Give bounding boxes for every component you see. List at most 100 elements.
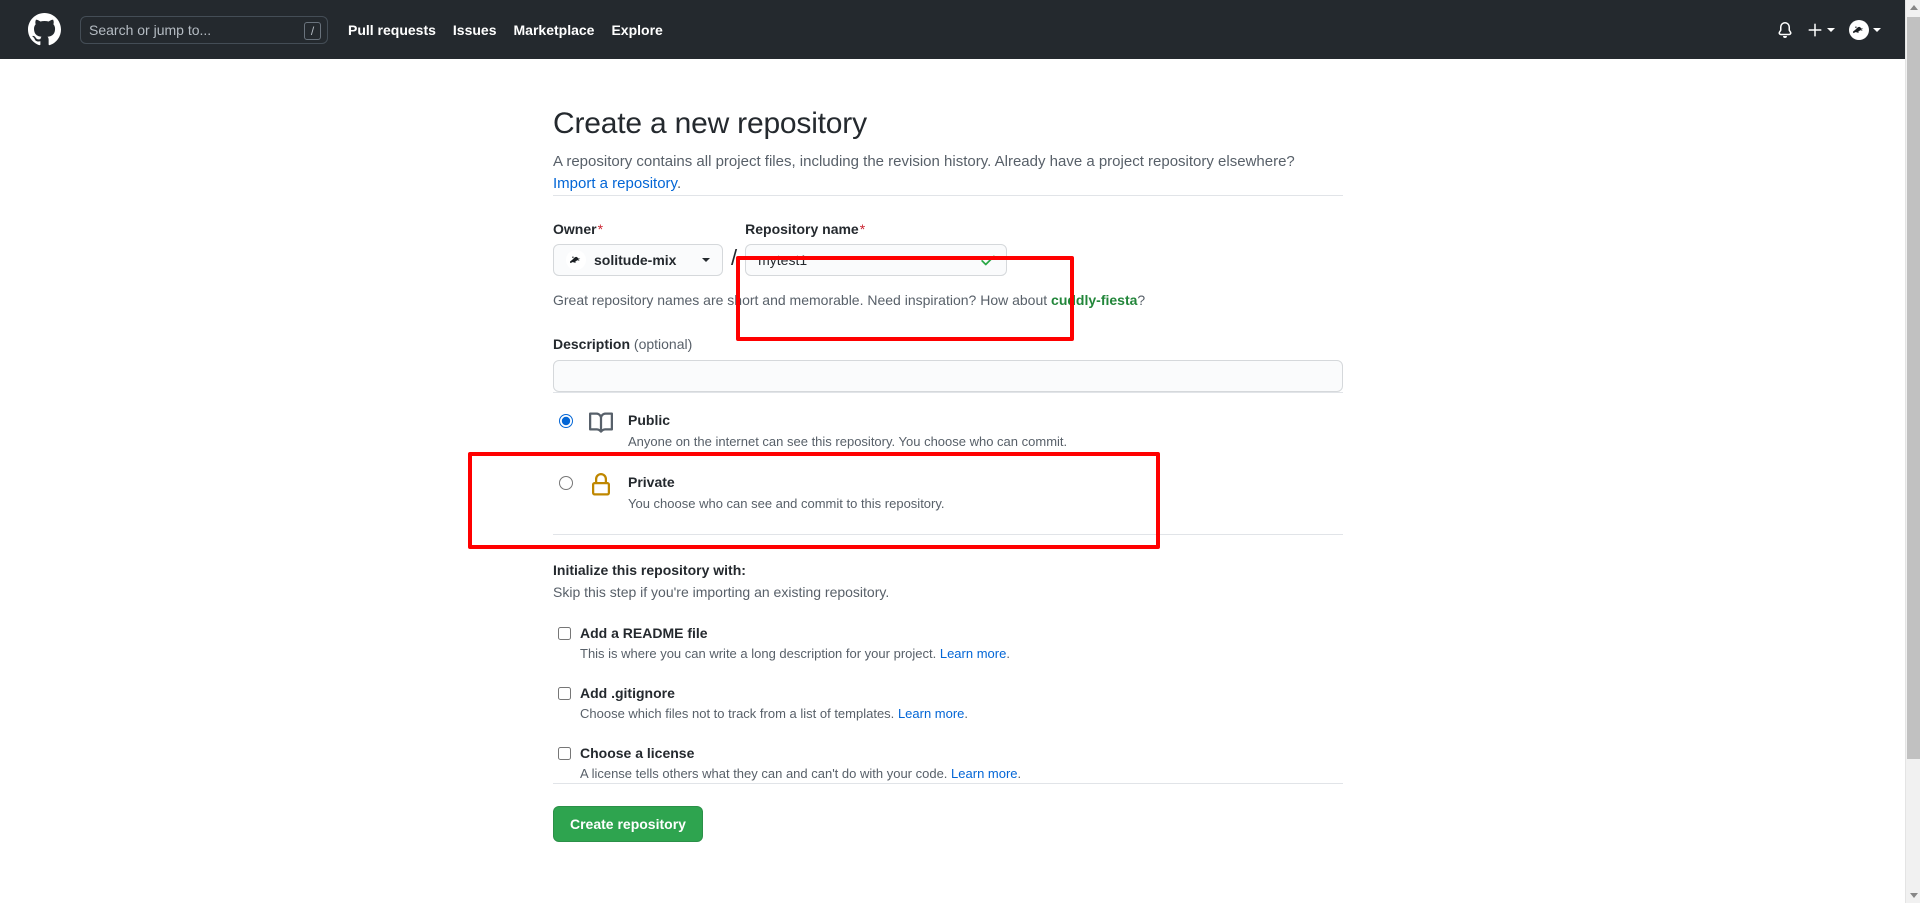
add-readme-description-text: This is where you can write a long descr… [580, 646, 937, 661]
nav-item-issues[interactable]: Issues [453, 22, 497, 38]
search-placeholder: Search or jump to... [89, 21, 212, 38]
readme-learn-more-link[interactable]: Learn more [940, 646, 1006, 661]
triangle-down-icon[interactable] [1906, 888, 1920, 903]
add-gitignore-checkbox[interactable] [558, 686, 571, 700]
owner-and-name-row: Owner* solitude-mix / Repository name* [553, 221, 1343, 276]
gitignore-learn-more-link[interactable]: Learn more [898, 706, 964, 721]
avatar-icon [1849, 19, 1869, 40]
page-title: Create a new repository [553, 107, 867, 140]
visibility-option-private[interactable]: Private You choose who can see and commi… [553, 472, 1343, 514]
initialize-section: Initialize this repository with: Skip th… [553, 560, 1343, 783]
visibility-option-public[interactable]: Public Anyone on the internet can see th… [553, 410, 1343, 452]
page-subtitle-text: A repository contains all project files,… [553, 153, 1295, 170]
add-readme-checkbox[interactable] [558, 626, 571, 640]
lock-icon [588, 472, 614, 498]
visibility-options: Public Anyone on the internet can see th… [553, 410, 1343, 514]
header-actions [1777, 19, 1889, 40]
public-label: Public [628, 412, 671, 428]
owner-name: solitude-mix [594, 252, 677, 268]
create-repository-button[interactable]: Create repository [553, 806, 703, 842]
nav-item-pull-requests[interactable]: Pull requests [348, 22, 436, 38]
owner-select-button[interactable]: solitude-mix [553, 244, 723, 276]
choose-license-description: A license tells others what they can and… [580, 765, 1343, 783]
repository-name-field: Repository name* [745, 221, 1008, 276]
choose-license-checkbox[interactable] [558, 746, 571, 760]
repository-name-hint: Great repository names are short and mem… [553, 290, 1343, 310]
repository-name-input[interactable] [745, 244, 1008, 276]
init-option-license: Choose a license A license tells others … [553, 745, 1343, 783]
search-shortcut-key: / [304, 21, 321, 40]
license-learn-more-suffix: . [1017, 766, 1022, 781]
public-description: Anyone on the internet can see this repo… [628, 434, 1068, 449]
triangle-up-icon[interactable] [1906, 0, 1920, 15]
chevron-down-icon [1827, 27, 1835, 32]
suggested-name[interactable]: cuddly-fiesta [1051, 292, 1137, 308]
repository-name-label: Repository name* [745, 221, 1007, 237]
owner-required-mark: * [597, 221, 604, 237]
page-body: Create a new repository A repository con… [0, 59, 1905, 903]
chevron-down-icon [702, 258, 710, 262]
header-nav: Pull requests Issues Marketplace Explore [348, 22, 663, 38]
avatar[interactable] [1849, 19, 1881, 40]
hint-prefix: Great repository names are short and mem… [553, 292, 1052, 308]
repository-name-input-wrapper [745, 244, 1008, 276]
check-icon [979, 251, 997, 269]
description-optional-text: (optional) [633, 336, 693, 352]
owner-avatar-icon [566, 250, 586, 270]
add-gitignore-description: Choose which files not to track from a l… [580, 705, 1343, 723]
private-description: You choose who can see and commit to thi… [628, 496, 945, 511]
owner-name-separator: / [731, 245, 738, 270]
repo-book-icon [588, 410, 614, 436]
repository-name-required-mark: * [859, 221, 866, 237]
repository-name-label-text: Repository name [745, 221, 859, 237]
search-input[interactable]: Search or jump to... / [80, 15, 328, 44]
add-readme-label: Add a README file [580, 625, 708, 641]
global-header: Search or jump to... / Pull requests Iss… [0, 0, 1905, 59]
divider-3 [553, 534, 1343, 535]
private-text-group: Private You choose who can see and commi… [628, 472, 945, 514]
readme-learn-more-suffix: . [1006, 646, 1010, 661]
add-gitignore-label: Add .gitignore [580, 685, 675, 701]
submit-row: Create repository [553, 806, 1343, 842]
import-link-suffix: . [676, 175, 682, 192]
public-text-group: Public Anyone on the internet can see th… [628, 410, 1067, 452]
license-learn-more-link[interactable]: Learn more [951, 766, 1017, 781]
init-option-license-header[interactable]: Choose a license [553, 745, 1343, 761]
new-repository-form: Create a new repository A repository con… [553, 59, 1343, 842]
bell-icon[interactable] [1777, 21, 1793, 38]
chevron-down-icon [1873, 27, 1881, 32]
owner-label-text: Owner [553, 221, 597, 237]
owner-label: Owner* [553, 221, 723, 237]
private-label: Private [628, 474, 675, 490]
hint-suffix: ? [1137, 292, 1146, 308]
choose-license-description-text: A license tells others what they can and… [580, 766, 948, 781]
public-radio[interactable] [559, 414, 573, 428]
initialize-subtitle: Skip this step if you're importing an ex… [553, 584, 890, 600]
nav-item-marketplace[interactable]: Marketplace [514, 22, 595, 38]
init-option-readme: Add a README file This is where you can … [553, 625, 1343, 663]
add-readme-description: This is where you can write a long descr… [580, 645, 1343, 663]
initialize-title: Initialize this repository with: [553, 562, 746, 578]
add-gitignore-description-text: Choose which files not to track from a l… [580, 706, 895, 721]
vertical-scrollbar[interactable] [1905, 0, 1920, 903]
import-repository-link[interactable]: Import a repository [553, 175, 677, 192]
gitignore-learn-more-suffix: . [964, 706, 969, 721]
choose-license-label: Choose a license [580, 745, 695, 761]
divider-2 [553, 392, 1343, 393]
description-field: Description (optional) [553, 336, 1343, 392]
private-radio[interactable] [559, 476, 573, 490]
description-label: Description (optional) [553, 336, 1343, 352]
init-option-gitignore-header[interactable]: Add .gitignore [553, 685, 1343, 701]
divider-4 [553, 783, 1343, 784]
page-subtitle: A repository contains all project files,… [553, 151, 1343, 195]
scroll-thumb[interactable] [1907, 17, 1920, 759]
nav-item-explore[interactable]: Explore [611, 22, 662, 38]
github-mark-icon[interactable] [28, 13, 61, 46]
owner-field: Owner* solitude-mix [553, 221, 723, 276]
description-label-text: Description [553, 336, 631, 352]
plus-icon[interactable] [1807, 22, 1835, 38]
description-input[interactable] [553, 360, 1343, 392]
init-option-readme-header[interactable]: Add a README file [553, 625, 1343, 641]
init-option-gitignore: Add .gitignore Choose which files not to… [553, 685, 1343, 723]
divider-1 [553, 195, 1343, 196]
